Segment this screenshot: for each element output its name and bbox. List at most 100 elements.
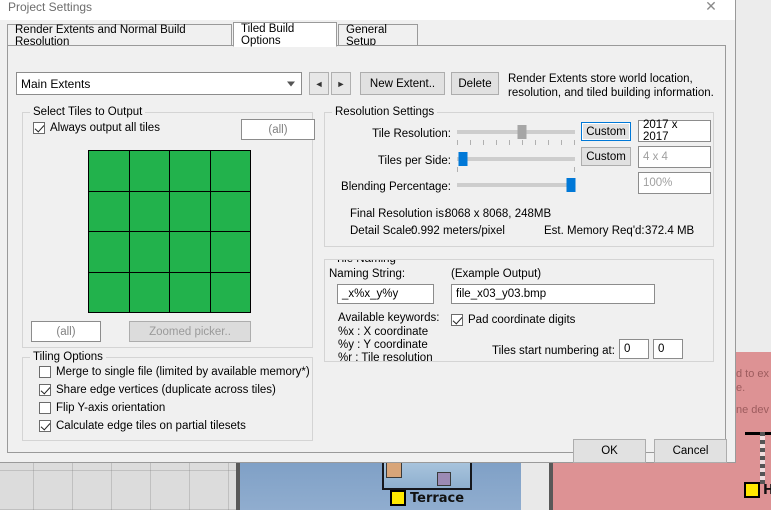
blending-percentage-label: Blending Percentage: [341, 181, 451, 193]
color-swatch-icon-2 [744, 482, 760, 498]
memory-label: Est. Memory Req'd: [544, 225, 645, 237]
background-text-3: ne dev [736, 404, 770, 416]
tab-label: Render Extents and Normal Build Resoluti… [15, 23, 186, 48]
tile-cell[interactable] [129, 272, 169, 312]
select-tiles-caption: Select Tiles to Output [30, 106, 146, 118]
tile-cell[interactable] [210, 232, 250, 272]
tab-page-tiled-build-options: Main Extents ◄ ► New Extent.. Delete Ren… [7, 46, 726, 453]
start-numbering-x-input[interactable]: 0 [619, 339, 649, 359]
tab-underline [7, 45, 726, 46]
checkbox-box-icon [39, 384, 51, 396]
slider-thumb[interactable] [458, 152, 468, 166]
cancel-button[interactable]: Cancel [654, 439, 727, 463]
zoomed-picker-label: Zoomed picker.. [149, 325, 231, 338]
tiles-per-side-slider[interactable] [457, 152, 575, 172]
calculate-edge-tiles-checkbox[interactable]: Calculate edge tiles on partial tilesets [39, 420, 246, 432]
naming-string-label: Naming String: [329, 268, 406, 280]
example-output-field: file_x03_y03.bmp [451, 284, 655, 304]
checkbox-box-icon [39, 402, 51, 414]
start-y-value: 0 [658, 343, 665, 355]
tile-cell[interactable] [210, 272, 250, 312]
tab-general-setup[interactable]: General Setup [338, 24, 418, 48]
tile-cell[interactable] [170, 272, 210, 312]
tile-cell[interactable] [89, 232, 129, 272]
tiles-top-field-value: (all) [268, 123, 288, 136]
naming-string-value: _x%x_y%y [342, 288, 399, 300]
pad-coordinate-digits-label: Pad coordinate digits [468, 314, 576, 326]
custom-tiles-per-side-button[interactable]: Custom [581, 147, 631, 166]
tile-cell[interactable] [129, 191, 169, 231]
tile-cell[interactable] [89, 272, 129, 312]
tiles-bottom-field-value: (all) [56, 325, 76, 338]
share-edge-vertices-checkbox[interactable]: Share edge vertices (duplicate across ti… [39, 384, 276, 396]
ok-button[interactable]: OK [573, 439, 646, 463]
tile-selection-grid[interactable] [88, 150, 251, 313]
tiling-options-group: Tiling Options Merge to single file (lim… [22, 351, 313, 441]
dialog-titlebar[interactable]: Project Settings ✕ [0, 0, 735, 20]
custom-label: Custom [586, 150, 626, 163]
dashed-boundary [760, 432, 765, 484]
tile-cell[interactable] [170, 191, 210, 231]
blending-percentage-field[interactable]: 100% [638, 172, 711, 194]
delete-extent-button[interactable]: Delete [451, 72, 499, 95]
close-icon[interactable]: ✕ [697, 0, 725, 16]
tab-strip: Render Extents and Normal Build Resoluti… [7, 22, 726, 48]
always-output-all-tiles-checkbox[interactable]: Always output all tiles [33, 122, 160, 134]
tiles-top-field[interactable]: (all) [241, 119, 315, 140]
wall-right [549, 462, 553, 510]
tile-cell[interactable] [89, 191, 129, 231]
custom-label: Custom [586, 125, 626, 138]
tiles-per-side-field[interactable]: 4 x 4 [638, 146, 711, 168]
detail-scale-value: 0.992 meters/pixel [411, 225, 505, 237]
tile-cell[interactable] [210, 191, 250, 231]
memory-value: 372.4 MB [645, 225, 695, 237]
extent-select[interactable]: Main Extents [16, 72, 302, 95]
naming-string-input[interactable]: _x%x_y%y [337, 284, 434, 304]
tab-render-extents[interactable]: Render Extents and Normal Build Resoluti… [7, 23, 232, 48]
background-text-2: e. [736, 382, 746, 394]
prev-extent-button[interactable]: ◄ [309, 72, 329, 95]
keyword-item: %y : Y coordinate [338, 339, 428, 351]
project-settings-dialog: Project Settings ✕ Render Extents and No… [0, 0, 736, 463]
merge-to-single-file-checkbox[interactable]: Merge to single file (limited by availab… [39, 366, 310, 378]
custom-tile-resolution-button[interactable]: Custom [581, 122, 631, 141]
always-output-all-tiles-label: Always output all tiles [50, 122, 160, 134]
tile-resolution-value: 2017 x 2017 [643, 119, 678, 143]
tile-cell[interactable] [129, 151, 169, 191]
resolution-settings-caption: Resolution Settings [332, 106, 438, 118]
tiles-per-side-value: 4 x 4 [643, 151, 668, 163]
tile-cell[interactable] [170, 232, 210, 272]
tile-cell[interactable] [129, 232, 169, 272]
tiles-bottom-field[interactable]: (all) [31, 321, 101, 342]
select-tiles-group: Select Tiles to Output Always output all… [22, 106, 315, 348]
pad-coordinate-digits-checkbox[interactable]: Pad coordinate digits [451, 314, 575, 326]
calculate-edge-tiles-label: Calculate edge tiles on partial tilesets [56, 420, 246, 432]
tile-cell[interactable] [210, 151, 250, 191]
tile-resolution-slider[interactable] [457, 125, 575, 145]
available-keywords-title: Available keywords: [338, 312, 440, 324]
marker-label-group: H [744, 482, 771, 498]
checkbox-box-icon [39, 366, 51, 378]
slider-thumb[interactable] [517, 125, 527, 139]
start-numbering-y-input[interactable]: 0 [653, 339, 683, 359]
tile-resolution-field[interactable]: 2017 x 2017 [638, 119, 711, 143]
tab-tiled-build-options[interactable]: Tiled Build Options [233, 22, 337, 47]
tile-cell[interactable] [89, 151, 129, 191]
new-extent-button[interactable]: New Extent.. [360, 72, 445, 95]
zoomed-picker-button[interactable]: Zoomed picker.. [129, 321, 251, 342]
cancel-label: Cancel [672, 445, 709, 457]
next-extent-label: ► [336, 78, 346, 89]
tab-label: Tiled Build Options [241, 22, 295, 47]
tile-naming-caption: Tile Naming [332, 260, 399, 265]
tile-cell[interactable] [170, 151, 210, 191]
color-swatch-icon [390, 490, 406, 506]
keyword-item: %r : Tile resolution [338, 352, 433, 362]
wall-left [236, 462, 240, 510]
slider-thumb[interactable] [566, 178, 576, 192]
object-square-purple [437, 472, 451, 486]
tiling-options-caption: Tiling Options [30, 351, 106, 363]
next-extent-button[interactable]: ► [331, 72, 351, 95]
example-output-label: (Example Output) [451, 268, 542, 280]
blending-percentage-slider[interactable] [457, 178, 576, 192]
flip-y-axis-checkbox[interactable]: Flip Y-axis orientation [39, 402, 165, 414]
